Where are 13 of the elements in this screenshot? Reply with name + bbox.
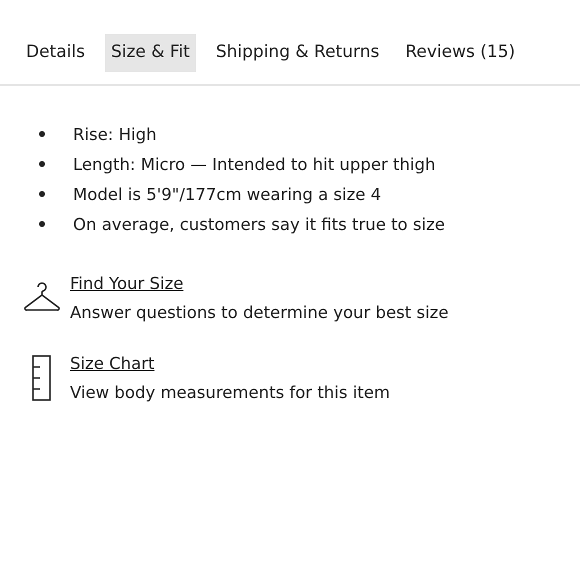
fit-detail-text: Rise: High [73,124,157,144]
fit-detail-text: On average, customers say it fits true to size [73,214,445,234]
fit-detail-text: Model is 5'9"/177cm wearing a size 4 [73,184,382,204]
tab[interactable]: Reviews (15) [399,34,522,72]
link-description: Answer questions to determine your best size [70,302,448,322]
tab[interactable]: Details [20,34,91,72]
link[interactable]: Size Chart [70,352,154,374]
tab[interactable]: Shipping & Returns [210,34,386,72]
link[interactable]: Find Your Size [70,272,184,294]
link-description: View body measurements for this item [70,382,390,402]
tab[interactable]: Size & Fit [104,34,196,72]
ruler-icon [31,354,53,400]
fit-detail-text: Length: Micro — Intended to hit upper thigh [73,154,436,174]
